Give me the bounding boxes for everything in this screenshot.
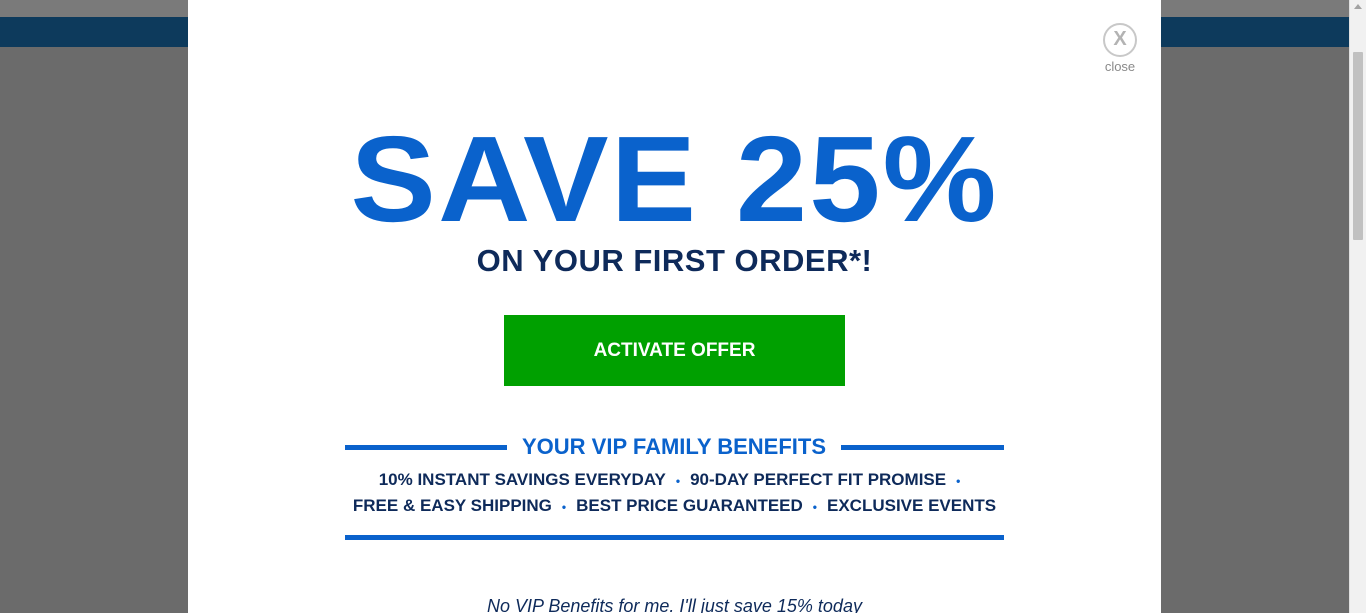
headline: SAVE 25%: [350, 111, 999, 247]
benefits-line: FREE & EASY SHIPPING • BEST PRICE GUARANTE…: [188, 496, 1161, 516]
bullet-separator: •: [812, 499, 817, 514]
benefit-item: FREE & EASY SHIPPING: [352, 496, 552, 515]
scroll-up-arrow-icon[interactable]: [1354, 4, 1362, 9]
benefit-item: BEST PRICE GUARANTEED: [576, 496, 803, 515]
close-label[interactable]: close: [1094, 59, 1146, 74]
decline-offer-link[interactable]: No VIP Benefits for me. I'll just save 1…: [188, 596, 1161, 613]
benefits-title: YOUR VIP FAMILY BENEFITS: [522, 434, 826, 459]
subheadline: ON YOUR FIRST ORDER*!: [476, 243, 873, 278]
benefit-item: EXCLUSIVE EVENTS: [827, 496, 997, 515]
benefits-rule-left: [345, 445, 507, 450]
bullet-separator: •: [561, 499, 567, 514]
page-scrollbar[interactable]: [1349, 0, 1366, 613]
page: X close SAVE 25% ON YOUR FIRST ORDER*! A…: [0, 0, 1366, 613]
benefits-line: 10% INSTANT SAVINGS EVERYDAY • 90-DAY PERF…: [188, 470, 1161, 490]
activate-offer-button[interactable]: ACTIVATE OFFER: [504, 315, 845, 386]
benefit-item: 90-DAY PERFECT FIT PROMISE: [690, 470, 947, 489]
bullet-separator: •: [956, 473, 961, 488]
scrollbar-thumb[interactable]: [1353, 52, 1363, 240]
bullet-separator: •: [675, 473, 681, 488]
close-icon[interactable]: X: [1103, 23, 1137, 57]
promo-modal: X close SAVE 25% ON YOUR FIRST ORDER*! A…: [188, 0, 1161, 613]
benefits-rule-bottom: [345, 535, 1004, 540]
benefits-rule-right: [841, 445, 1004, 450]
benefit-item: 10% INSTANT SAVINGS EVERYDAY: [378, 470, 666, 489]
